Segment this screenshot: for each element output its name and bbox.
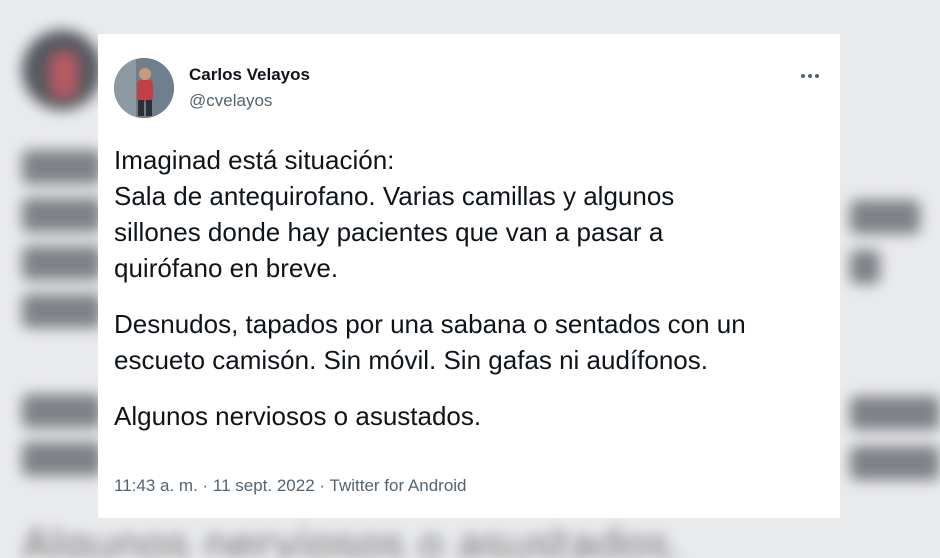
author-avatar[interactable] <box>114 58 174 118</box>
blurred-line <box>850 396 940 430</box>
tweet-meta: 11:43 a. m. · 11 sept. 2022 · Twitter fo… <box>114 476 467 496</box>
avatar-photo-icon <box>114 58 174 118</box>
tweet-paragraph: Algunos nerviosos o asustados. <box>114 398 834 434</box>
tweet-line: sillones donde hay pacientes que van a p… <box>114 217 664 247</box>
tweet-line: Imaginad está situación: <box>114 145 395 175</box>
tweet-line: Desnudos, tapados por una sabana o senta… <box>114 309 746 339</box>
blurred-line <box>850 200 920 234</box>
blurred-avatar <box>22 30 102 110</box>
tweet-text: Imaginad está situación: Sala de antequi… <box>114 142 834 454</box>
tweet-time[interactable]: 11:43 a. m. <box>114 476 198 495</box>
blurred-caption: Algunos nerviosos o asustados. <box>22 520 683 558</box>
author-name[interactable]: Carlos Velayos <box>189 65 310 85</box>
blurred-line <box>850 446 940 480</box>
blurred-line <box>22 442 102 476</box>
tweet-source[interactable]: Twitter for Android <box>330 476 467 495</box>
blurred-line <box>22 246 102 280</box>
tweet-date[interactable]: 11 sept. 2022 <box>213 476 315 495</box>
tweet-card: Carlos Velayos @cvelayos Imaginad está s… <box>98 34 840 518</box>
more-horizontal-icon[interactable] <box>798 64 822 88</box>
tweet-paragraph: Imaginad está situación: Sala de antequi… <box>114 142 834 286</box>
tweet-line: Sala de antequirofano. Varias camillas y… <box>114 181 675 211</box>
blurred-line <box>22 150 102 184</box>
author-handle[interactable]: @cvelayos <box>189 91 272 111</box>
meta-separator: · <box>197 476 213 495</box>
blurred-line <box>22 294 102 328</box>
blurred-line <box>22 198 102 232</box>
tweet-line: escueto camisón. Sin móvil. Sin gafas ni… <box>114 345 708 375</box>
tweet-paragraph: Desnudos, tapados por una sabana o senta… <box>114 306 834 378</box>
blurred-line <box>22 394 102 428</box>
meta-separator: · <box>314 476 330 495</box>
blurred-line <box>850 250 880 284</box>
tweet-line: quirófano en breve. <box>114 253 339 283</box>
tweet-line: Algunos nerviosos o asustados. <box>114 401 482 431</box>
